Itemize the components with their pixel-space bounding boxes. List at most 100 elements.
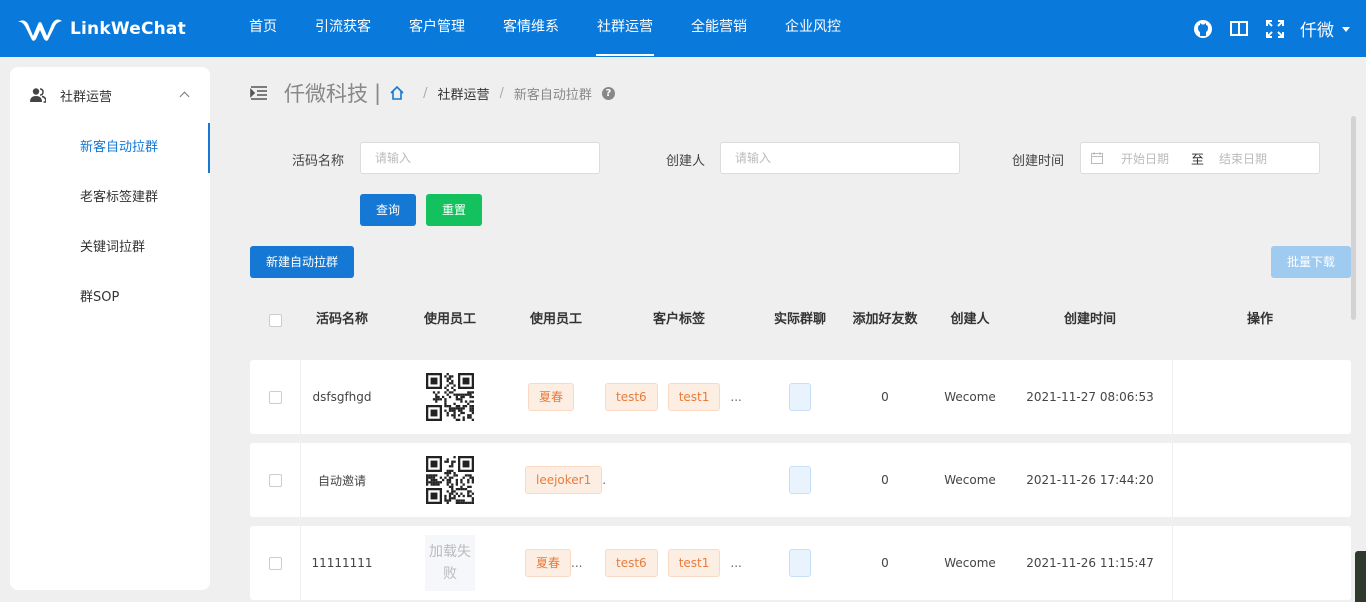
creator-label: 创建人 <box>666 154 706 169</box>
sidebar-item-tag-group[interactable]: 老客标签建群 <box>10 173 210 223</box>
header-created-time: 创建时间 <box>1063 312 1116 327</box>
company-name: 仟微科技 <box>284 82 368 106</box>
new-auto-group-button[interactable]: 新建自动拉群 <box>250 246 354 278</box>
creator-cell: Wecome <box>944 390 996 404</box>
group-chat-badge[interactable] <box>789 549 811 577</box>
calendar-icon <box>1091 152 1103 164</box>
code-name-cell: 自动邀请 <box>317 473 366 488</box>
customer-tag: test6 <box>605 383 658 411</box>
sidebar-group-label: 社群运营 <box>60 89 113 105</box>
creator-input[interactable] <box>720 142 960 174</box>
nav-item-customers[interactable]: 客户管理 <box>390 0 484 57</box>
nav-item-relations[interactable]: 客情维系 <box>484 0 578 57</box>
nav-item-acquisition[interactable]: 引流获客 <box>296 0 390 57</box>
sidebar: 社群运营 新客自动拉群 老客标签建群 关键词拉群 群SOP <box>10 67 210 590</box>
user-name[interactable]: 仟微 <box>1300 16 1334 41</box>
floating-widget <box>1355 551 1366 602</box>
breadcrumb-current[interactable]: 社群运营 <box>437 84 489 103</box>
code-name-label: 活码名称 <box>292 154 345 169</box>
table-row: 自动邀请 leejoker1 . 0 Wecome 2021-11-26 17:… <box>250 443 1351 517</box>
table-row: dsfsgfhgd 夏春 test6 test1 ... 0 Wecome 20… <box>250 360 1351 434</box>
range-separator: 至 <box>1191 152 1205 168</box>
book-icon[interactable] <box>1228 18 1250 40</box>
brand-name: LinkWeChat <box>70 18 186 39</box>
sidebar-item-new-customer-auto-group[interactable]: 新客自动拉群 <box>10 123 210 173</box>
created-time-cell: 2021-11-26 11:15:47 <box>1026 556 1154 570</box>
employee-tag: leejoker1 <box>525 466 603 494</box>
qr-code-icon <box>426 456 474 504</box>
qr-code-image[interactable] <box>410 360 490 434</box>
friends-added-cell: 0 <box>881 390 889 404</box>
breadcrumb: 仟微科技 | / 社群运营 / 新客自动拉群 ? <box>250 78 615 108</box>
nav-item-risk[interactable]: 企业风控 <box>766 0 860 57</box>
qr-code-icon <box>426 373 474 421</box>
start-date-input[interactable]: 开始日期 <box>1121 150 1191 167</box>
users-icon <box>30 88 46 103</box>
header-employee: 使用员工 <box>529 312 582 327</box>
tags-more: ... <box>730 556 742 570</box>
header-actual-group: 实际群聊 <box>773 312 826 327</box>
header-friends-added: 添加好友数 <box>852 312 918 327</box>
header-code-name: 活码名称 <box>315 312 368 327</box>
date-range-picker[interactable]: 开始日期 至 结束日期 <box>1080 142 1320 174</box>
fullscreen-icon[interactable] <box>1264 18 1286 40</box>
customer-tag: test6 <box>605 549 658 577</box>
sidebar-item-group-sop[interactable]: 群SOP <box>10 273 210 323</box>
batch-download-button[interactable]: 批量下载 <box>1271 246 1351 278</box>
table-row: 11111111 加载失败 夏春 ... test6 test1 ... 0 W… <box>250 526 1351 600</box>
header-customer-tags: 客户标签 <box>652 312 705 327</box>
sidebar-group-community[interactable]: 社群运营 <box>10 67 210 123</box>
creator-cell: Wecome <box>944 473 996 487</box>
breadcrumb-divider: | <box>374 81 382 105</box>
nav-item-home[interactable]: 首页 <box>230 0 296 57</box>
linkwechat-logo-icon <box>18 19 62 41</box>
row-checkbox[interactable] <box>268 556 282 570</box>
user-dropdown-icon[interactable] <box>1342 27 1350 32</box>
employee-more: . <box>602 473 607 487</box>
help-icon[interactable]: ? <box>601 86 615 100</box>
code-name-input[interactable] <box>360 142 600 174</box>
breadcrumb-last: 新客自动拉群 <box>513 87 592 103</box>
qr-code-image[interactable] <box>410 443 490 517</box>
employee-tag: 夏春 <box>527 383 574 411</box>
creator-cell: Wecome <box>944 556 996 570</box>
top-nav-bar: LinkWeChat 首页 引流获客 客户管理 客情维系 社群运营 全能营销 企… <box>0 0 1366 57</box>
menu-fold-icon[interactable] <box>250 86 268 100</box>
friends-added-cell: 0 <box>881 556 889 570</box>
main-nav: 首页 引流获客 客户管理 客情维系 社群运营 全能营销 企业风控 <box>230 0 860 57</box>
logo[interactable]: LinkWeChat <box>0 16 230 42</box>
tags-more: ... <box>730 390 742 404</box>
customer-tag: test1 <box>667 383 721 411</box>
sidebar-item-keyword-group[interactable]: 关键词拉群 <box>10 223 210 273</box>
table-header: 活码名称 使用员工 使用员工 客户标签 实际群聊 添加好友数 创建人 创建时间 … <box>250 298 1351 342</box>
select-all-checkbox[interactable] <box>268 313 282 327</box>
employee-more: ... <box>571 556 583 570</box>
friends-added-cell: 0 <box>881 473 889 487</box>
employee-tag: 夏春 <box>525 549 572 577</box>
created-time-cell: 2021-11-27 08:06:53 <box>1026 390 1154 404</box>
home-icon[interactable] <box>389 85 405 101</box>
created-time-cell: 2021-11-26 17:44:20 <box>1026 473 1154 487</box>
code-name-cell: 11111111 <box>311 556 373 570</box>
breadcrumb-slash: / <box>423 85 428 101</box>
row-checkbox[interactable] <box>268 473 282 487</box>
group-chat-badge[interactable] <box>789 466 811 494</box>
reset-button[interactable]: 重置 <box>426 194 482 226</box>
query-button[interactable]: 查询 <box>360 194 416 226</box>
nav-item-marketing[interactable]: 全能营销 <box>672 0 766 57</box>
row-checkbox[interactable] <box>268 390 282 404</box>
code-name-cell: dsfsgfhgd <box>312 390 372 404</box>
header-operations: 操作 <box>1246 312 1273 327</box>
group-chat-badge[interactable] <box>789 383 811 411</box>
customer-tag: test1 <box>667 549 721 577</box>
breadcrumb-slash: / <box>499 85 504 101</box>
github-icon[interactable] <box>1192 18 1214 40</box>
header-employee-qr: 使用员工 <box>423 312 476 327</box>
nav-item-community[interactable]: 社群运营 <box>578 0 672 57</box>
chevron-up-icon <box>179 91 190 102</box>
header-creator: 创建人 <box>950 312 990 327</box>
created-time-label: 创建时间 <box>1012 154 1065 169</box>
qr-load-failed: 加载失败 <box>425 535 475 591</box>
end-date-input[interactable]: 结束日期 <box>1219 150 1289 167</box>
page-scrollbar[interactable] <box>1351 116 1356 320</box>
